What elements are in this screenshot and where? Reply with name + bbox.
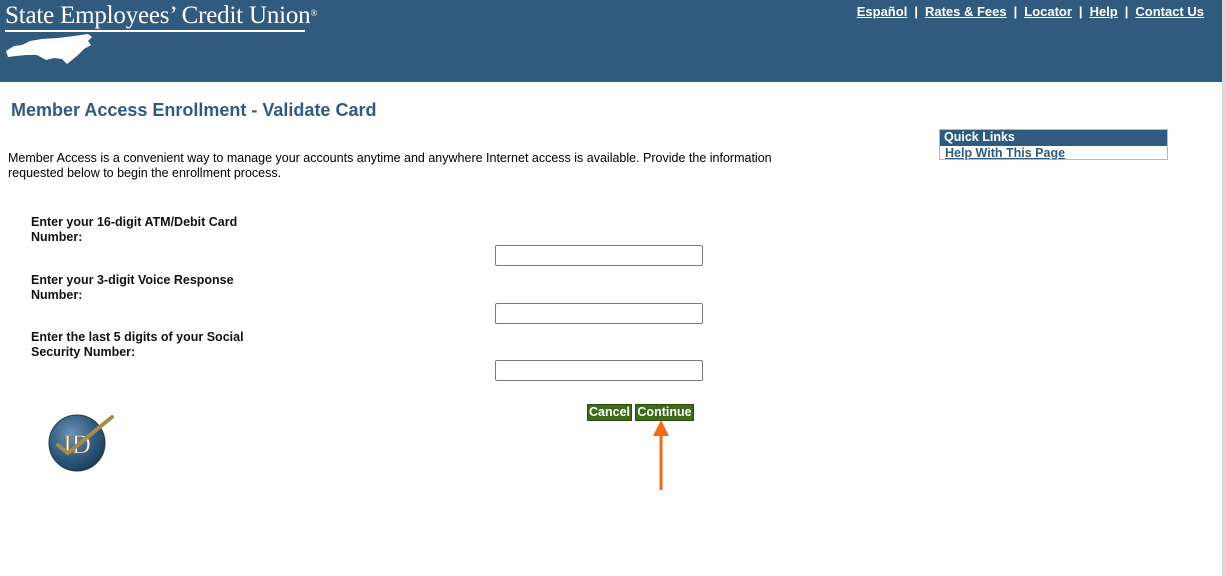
quick-links-box: Quick Links Help With This Page <box>939 129 1168 160</box>
nav-separator: | <box>1013 4 1018 19</box>
quick-links-heading: Quick Links <box>940 130 1167 146</box>
page-title: Member Access Enrollment - Validate Card <box>11 100 377 120</box>
north-carolina-map-icon <box>6 34 92 64</box>
ssn-label: Enter the last 5 digits of your Social S… <box>31 330 244 359</box>
nav-link-help[interactable]: Help <box>1090 4 1118 19</box>
card-number-input[interactable] <box>495 245 703 266</box>
page: State Employees’ Credit Union® Español | R… <box>0 0 1225 576</box>
logo-underline <box>5 30 305 32</box>
brand-name: State Employees’ Credit Union <box>5 2 311 29</box>
nav-link-contact-us[interactable]: Contact Us <box>1135 4 1204 19</box>
registered-mark: ® <box>310 8 318 18</box>
ssn-input[interactable] <box>495 360 703 381</box>
quick-link-help-page[interactable]: Help With This Page <box>940 146 1167 160</box>
site-header: State Employees’ Credit Union® Español | R… <box>0 0 1222 82</box>
card-number-label: Enter your 16-digit ATM/Debit Card Numbe… <box>31 215 238 244</box>
continue-button[interactable]: Continue <box>635 404 694 421</box>
intro-text: Member Access is a convenient way to man… <box>8 151 772 180</box>
nav-link-locator[interactable]: Locator <box>1024 4 1072 19</box>
nav-link-espanol[interactable]: Español <box>857 4 908 19</box>
pointer-arrow-icon <box>653 420 669 490</box>
site-logo-text[interactable]: State Employees’ Credit Union® <box>5 2 317 30</box>
utility-nav: Español | Rates & Fees | Locator | Help | Contac… <box>857 4 1204 19</box>
voice-response-input[interactable] <box>495 303 703 324</box>
nav-separator: | <box>914 4 918 19</box>
id-check-badge-icon: ID <box>48 414 114 472</box>
cancel-button[interactable]: Cancel <box>587 404 632 421</box>
nav-link-rates-fees[interactable]: Rates & Fees <box>925 4 1007 19</box>
nav-separator: | <box>1078 4 1083 19</box>
voice-response-label: Enter your 3-digit Voice Response Number… <box>31 273 234 302</box>
nav-separator: | <box>1124 4 1129 19</box>
